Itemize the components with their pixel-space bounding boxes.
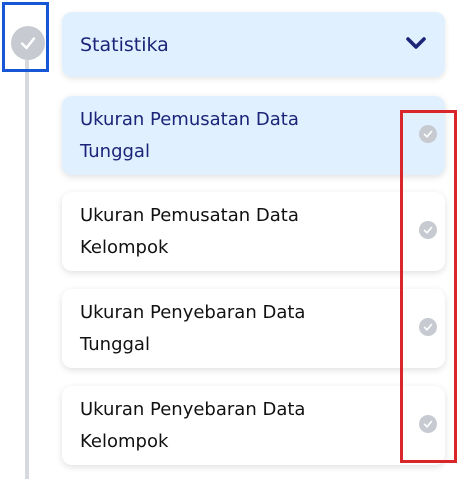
lesson-title-line1: Ukuran Penyebaran Data — [80, 399, 306, 420]
lesson-title-line1: Ukuran Pemusatan Data — [80, 109, 299, 130]
lesson-title-line2: Kelompok — [80, 431, 169, 452]
highlight-box-red — [400, 110, 457, 463]
section-header-statistika[interactable]: Statistika — [62, 12, 445, 77]
lesson-title-line1: Ukuran Pemusatan Data — [80, 205, 299, 226]
timeline-line — [25, 60, 29, 479]
lesson-title-line2: Kelompok — [80, 237, 169, 258]
highlight-box-blue — [2, 2, 49, 72]
chevron-down-icon[interactable] — [405, 35, 427, 54]
section-title: Statistika — [80, 33, 169, 56]
lesson-item[interactable]: Ukuran Pemusatan Data Kelompok — [62, 192, 445, 271]
lesson-title-line2: Tunggal — [80, 141, 150, 162]
lesson-title-line1: Ukuran Penyebaran Data — [80, 302, 306, 323]
lesson-item[interactable]: Ukuran Penyebaran Data Kelompok — [62, 386, 445, 465]
lesson-item[interactable]: Ukuran Penyebaran Data Tunggal — [62, 289, 445, 368]
lesson-title-line2: Tunggal — [80, 334, 150, 355]
lesson-item[interactable]: Ukuran Pemusatan Data Tunggal — [62, 96, 445, 175]
